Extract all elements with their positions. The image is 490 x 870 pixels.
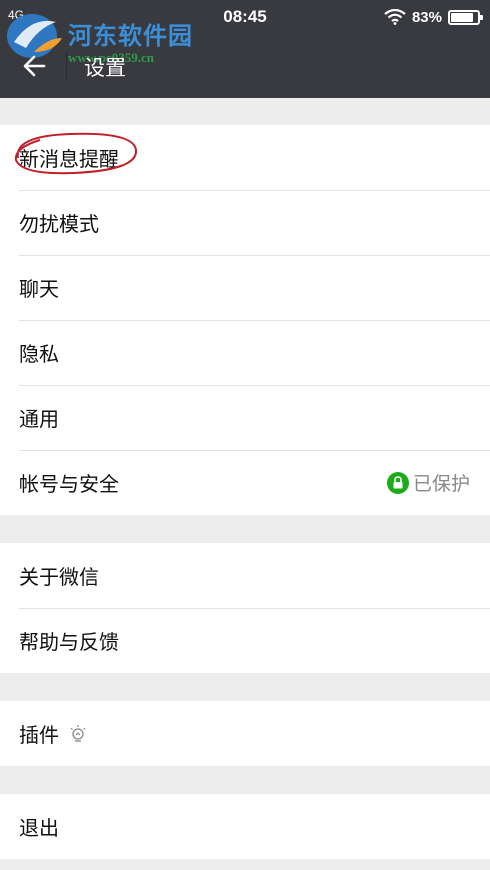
settings-item-label: 帐号与安全	[19, 472, 119, 496]
logout-label: 退出	[19, 816, 59, 840]
settings-item-label: 通用	[19, 407, 59, 431]
settings-item-help-feedback[interactable]: 帮助与反馈	[0, 608, 490, 673]
wifi-icon	[384, 9, 406, 25]
settings-item-do-not-disturb[interactable]: 勿扰模式	[0, 190, 490, 255]
settings-item-about-wechat[interactable]: 关于微信	[0, 543, 490, 608]
nav-divider	[66, 52, 67, 82]
battery-icon	[448, 9, 483, 25]
settings-group-plugins: 插件	[0, 701, 490, 766]
battery-fill	[451, 12, 473, 22]
nav-bar: 设置	[0, 34, 490, 98]
settings-item-account-security[interactable]: 帐号与安全 已保护	[0, 450, 490, 515]
settings-group-about: 关于微信 帮助与反馈	[0, 543, 490, 673]
security-status-text: 已保护	[412, 473, 470, 495]
settings-item-label: 隐私	[19, 342, 59, 366]
settings-item-plugins[interactable]: 插件	[0, 701, 490, 766]
settings-item-label: 聊天	[19, 277, 59, 301]
security-status: 已保护	[386, 450, 470, 515]
logout-button[interactable]: 退出	[0, 794, 490, 859]
page-title: 设置	[84, 56, 126, 80]
settings-group-logout: 退出	[0, 794, 490, 859]
settings-item-label: 勿扰模式	[19, 212, 99, 236]
settings-item-label: 关于微信	[19, 565, 99, 589]
settings-item-label: 帮助与反馈	[19, 630, 119, 654]
settings-item-chat[interactable]: 聊天	[0, 255, 490, 320]
settings-group-main: 新消息提醒 勿扰模式 聊天 隐私 通用 帐号与安全 已保护	[0, 125, 490, 515]
top-bar: 4G 08:45 83% 河东软件园 www.pc0359.cn 设置	[0, 0, 490, 98]
settings-item-privacy[interactable]: 隐私	[0, 320, 490, 385]
back-button[interactable]	[14, 46, 54, 86]
settings-item-general[interactable]: 通用	[0, 385, 490, 450]
settings-item-label: 插件	[19, 723, 59, 747]
settings-item-new-message[interactable]: 新消息提醒	[0, 125, 490, 190]
lock-icon	[386, 471, 409, 494]
status-right: 83%	[384, 7, 483, 27]
battery-percent: 83%	[411, 8, 442, 26]
arrow-left-icon	[23, 55, 46, 77]
lightbulb-icon	[70, 724, 86, 742]
settings-item-label: 新消息提醒	[19, 147, 119, 171]
